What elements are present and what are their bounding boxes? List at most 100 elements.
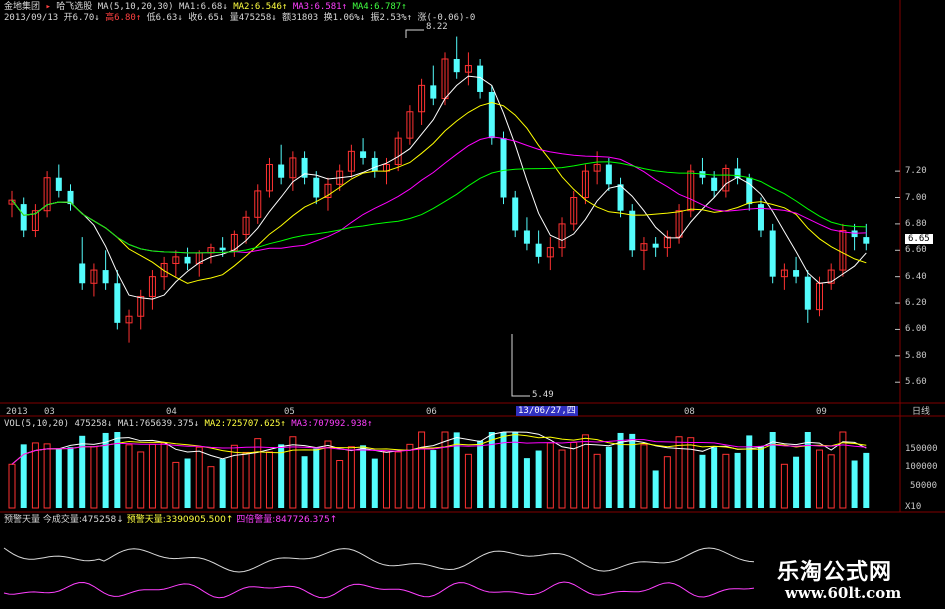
ma2-value: MA2:6.546 [233,2,282,12]
candle-body-down [55,177,62,191]
vol-ma2: MA2:725707.625 [204,419,281,429]
high-marker-line [405,29,424,38]
vol-axis-100000: 100000 [905,462,938,472]
turnover-value: 换1.06% [323,13,360,23]
current-price-tag: 6.65 [905,234,933,244]
vol-axis-50000: 50000 [910,481,938,491]
volume-bar-down [430,450,437,508]
volume-bar-down [313,448,320,508]
candle-body-down [184,256,191,264]
vol-value: 475258 [74,419,107,429]
volume-bar-down [711,447,718,508]
formula-name[interactable]: 哈飞选股 [56,2,92,12]
ma1-value: MA1:6.68 [179,2,223,12]
price-axis-label: 6.40 [905,271,927,282]
volume-bar-down [804,432,811,508]
price-axis-label: 6.60 [905,245,927,256]
volume-bar-up [382,450,390,509]
time-label-04: 04 [166,407,177,417]
volume-bar-down [523,458,530,508]
volume-bar-down [512,432,519,508]
candle-body-down [793,270,800,277]
volume-bar-up [722,453,730,509]
price-axis-label: 7.20 [905,166,927,177]
volume-bar-up [464,453,472,509]
volume-bar-up [570,441,578,509]
candle-body-down [102,270,109,284]
indicator-name[interactable]: 预警天量 [4,515,40,525]
amplitude-value: 振2.53% [370,13,407,23]
period-label[interactable]: 日线 [912,407,930,417]
volume-bar-down [184,458,191,508]
price-axis-label: 5.80 [905,350,927,361]
volume-bar-up [581,434,589,509]
vol-ma3: MA3:707992.938 [291,419,368,429]
volume-bar-down [863,452,870,508]
price-axis-label: 6.80 [905,218,927,229]
indicator-four-warn-line [3,581,755,599]
candle-body-down [804,276,811,310]
volume-bar-up [640,444,648,509]
volume-bar-down [55,448,62,508]
cursor-date: 13/06/27,四 [516,406,578,416]
ma10-line [11,101,867,284]
volume-bar-up [125,444,133,509]
ma-params: MA(5,10,20,30) [97,2,174,12]
volume-bar-up [406,443,414,509]
candle-body-down [278,164,285,178]
low-marker: 5.49 [532,390,554,400]
volume-bar-down [360,445,367,508]
ma5-line [11,75,867,300]
volume-bar-down [699,454,706,508]
volume-bar-down [301,456,308,508]
vol-ma1: MA1:765639.375 [117,419,194,429]
low-marker-line [511,334,530,397]
volume-bar-down [278,444,285,508]
indicator-warn-line [3,547,755,573]
candle-body-down [523,230,530,244]
amount-value: 额31803 [282,13,319,23]
time-label-09: 09 [816,407,827,417]
volume-bar-down [488,432,495,508]
open-price: 开6.70 [63,13,95,23]
candle-body-down [535,243,542,257]
volume-bar-up [546,442,554,509]
high-price: 高6.80 [105,13,136,23]
time-label-05: 05 [284,407,295,417]
candle-body-down [605,164,612,185]
volume-bar-up [160,442,168,509]
volume-bar-up [675,436,683,509]
stock-name[interactable]: 金地集团 [4,2,40,12]
volume-bar-up [827,454,835,509]
volume-bar-up [336,460,344,509]
volume-bar-up [815,449,823,509]
volume-bar-up [148,443,156,509]
volume-bar-down [605,446,612,508]
vol-params: VOL(5,10,20) [4,419,70,429]
price-axis-label: 5.60 [905,377,927,388]
indicator-warn: 预警天量:3390905.500 [126,515,226,525]
watermark-url: www.60lt.com [785,584,902,602]
volume-bar-up [195,446,203,509]
candle-body-down [769,230,776,277]
indicator-today-vol: 今成交量:475258 [42,515,117,525]
volume-bar-up [8,463,16,509]
volume-bar-down [535,450,542,508]
candle-body-down [20,204,27,231]
volume-bar-down [102,432,109,508]
low-price: 低6.63 [146,13,178,23]
volume-bar-up [137,451,145,509]
price-axis-label: 6.00 [905,324,927,335]
candle-body-down [500,138,507,198]
ma20-line [11,136,867,254]
volume-bar-down [67,447,74,508]
volume-bar-down [219,459,226,508]
time-label-06: 06 [426,407,437,417]
volume-bar-down [652,470,659,508]
volume-bar-up [265,451,273,509]
candle-body-down [629,210,636,251]
candle-body-down [79,263,86,284]
ma4-value: MA4:6.787 [352,2,402,12]
candle-body-down [617,184,624,211]
volume-bar-up [43,443,51,509]
